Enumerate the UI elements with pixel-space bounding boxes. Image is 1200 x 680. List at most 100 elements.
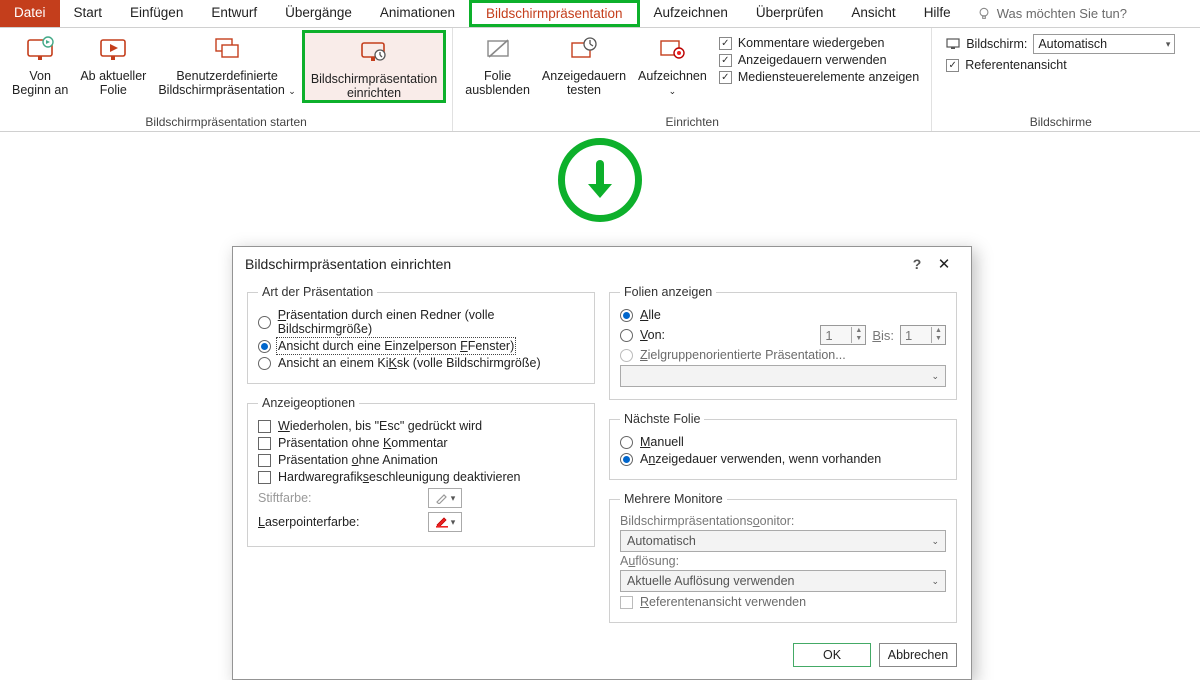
dialog-title: Bildschirmpräsentation einrichten: [245, 256, 905, 272]
chk-loop-esc[interactable]: Wiederholen, bis "Esc" gedrückt wird: [258, 419, 584, 433]
btn-rehearse-timings-label: Anzeigedauern testen: [542, 69, 626, 97]
tab-hilfe[interactable]: Hilfe: [910, 0, 965, 27]
tell-me-label: Was möchten Sie tun?: [997, 6, 1127, 21]
monitor-select-label: Bildschirmpräsentationsoonitor:: [620, 514, 946, 528]
btn-hide-slide-label: Folie ausblenden: [465, 69, 530, 97]
btn-from-current[interactable]: Ab aktueller Folie: [74, 30, 152, 97]
spin-from[interactable]: 1▲▼: [820, 325, 866, 345]
custom-show-select: ⌄: [620, 365, 946, 387]
ribbon-tabs: Datei Start Einfügen Entwurf Übergänge A…: [0, 0, 1200, 28]
slides-legend: Folien anzeigen: [620, 285, 716, 299]
btn-rehearse-timings[interactable]: Anzeigedauern testen: [536, 30, 632, 97]
dialog-buttons: OK Abbrechen: [233, 635, 971, 679]
tab-einfuegen[interactable]: Einfügen: [116, 0, 197, 27]
monitors-legend: Mehrere Monitore: [620, 492, 727, 506]
chk-no-narration[interactable]: Präsentation ohne Kommentar: [258, 436, 584, 450]
btn-custom-slideshow-label: Benutzerdefinierte Bildschirmpräsentatio…: [158, 69, 295, 98]
setup-checkboxes: Kommentare wiedergeben Anzeigedauern ver…: [713, 30, 925, 84]
dialog-left-col: Art der Präsentation Präsentation durch …: [247, 285, 595, 631]
btn-from-beginning-label: Von Beginn an: [12, 69, 68, 97]
pen-color-picker[interactable]: ▾: [428, 488, 462, 508]
radio-kiosk[interactable]: Ansicht an einem KiKsk (volle Bildschirm…: [258, 356, 584, 370]
chk-disable-hw-accel[interactable]: Hardwaregrafikseschleunigung deaktiviere…: [258, 470, 584, 484]
btn-from-current-label: Ab aktueller Folie: [80, 69, 146, 97]
tab-bildschirmpraesentation[interactable]: Bildschirmpräsentation: [469, 0, 640, 27]
tab-uebergaenge[interactable]: Übergänge: [271, 0, 366, 27]
fieldset-monitors: Mehrere Monitore Bildschirmpräsentations…: [609, 492, 957, 623]
chk-presenter-view[interactable]: Referentenansicht: [946, 58, 1175, 72]
resolution-select: Aktuelle Auflösung verwenden⌄: [620, 570, 946, 592]
chk-play-narrations[interactable]: Kommentare wiedergeben: [719, 36, 919, 50]
tab-datei[interactable]: Datei: [0, 0, 60, 27]
btn-record[interactable]: Aufzeichnen⌄: [632, 30, 713, 98]
group-einrichten: Folie ausblenden Anzeigedauern testen Au…: [453, 28, 932, 131]
chevron-down-icon: ▾: [1166, 39, 1171, 50]
fieldset-advance: Nächste Folie Manuell Anzeigedauer verwe…: [609, 412, 957, 480]
dialog-setup-slideshow: Bildschirmpräsentation einrichten ? ✕ Ar…: [232, 246, 972, 680]
group-monitors-label: Bildschirme: [1030, 113, 1092, 131]
radio-custom-show: Zielgruppenorientierte Präsentation...: [620, 348, 946, 362]
dialog-close-button[interactable]: ✕: [929, 255, 959, 273]
group-monitors: Bildschirm: Automatisch▾ Referentenansic…: [932, 28, 1189, 131]
tab-ansicht[interactable]: Ansicht: [837, 0, 909, 27]
ribbon-body: Von Beginn an Ab aktueller Folie Benutze…: [0, 28, 1200, 132]
custom-slideshow-icon: [211, 34, 243, 66]
tab-aufzeichnen[interactable]: Aufzeichnen: [640, 0, 742, 27]
tab-animationen[interactable]: Animationen: [366, 0, 469, 27]
fieldset-show-slides: Folien anzeigen Alle Von: 1▲▼ Bis: 1▲▼ Z…: [609, 285, 957, 400]
tab-entwurf[interactable]: Entwurf: [197, 0, 271, 27]
chk-no-animation[interactable]: Präsentation ohne Animation: [258, 453, 584, 467]
radio-presented-by-speaker[interactable]: Präsentation durch einen Redner (volle B…: [258, 308, 584, 336]
chk-presenter-view-dialog: Referentenansicht verwenden: [620, 595, 946, 609]
btn-custom-slideshow[interactable]: Benutzerdefinierte Bildschirmpräsentatio…: [152, 30, 301, 98]
laser-color-label: Laserpointerfarbe:: [258, 515, 408, 529]
btn-hide-slide[interactable]: Folie ausblenden: [459, 30, 536, 97]
radio-all-slides[interactable]: Alle: [620, 308, 946, 322]
laser-icon: [435, 516, 449, 528]
monitor-label: Bildschirm:: [966, 37, 1027, 51]
pen-color-label: Stiftfarbe:: [258, 491, 408, 505]
fieldset-show-options: Anzeigeoptionen Wiederholen, bis "Esc" g…: [247, 396, 595, 547]
tell-me[interactable]: Was möchten Sie tun?: [965, 0, 1139, 27]
dialog-help-button[interactable]: ?: [905, 256, 929, 272]
resolution-label: Auflösung:: [620, 554, 946, 568]
btn-setup-slideshow-label: Bildschirmpräsentation einrichten: [311, 72, 437, 100]
rehearse-timings-icon: [568, 34, 600, 66]
tab-start[interactable]: Start: [60, 0, 117, 27]
btn-record-label: Aufzeichnen⌄: [638, 69, 707, 98]
from-beginning-icon: [24, 34, 56, 66]
record-icon: [656, 34, 688, 66]
radio-browsed-individual[interactable]: Ansicht durch eine Einzelperson FFenster…: [258, 339, 584, 353]
annotation-arrow: [0, 132, 1200, 228]
monitor-select[interactable]: Automatisch▾: [1033, 34, 1175, 54]
group-start-slideshow-label: Bildschirmpräsentation starten: [145, 113, 306, 131]
setup-slideshow-icon: [358, 37, 390, 69]
ok-button[interactable]: OK: [793, 643, 871, 667]
monitor-select-dialog[interactable]: Automatisch⌄: [620, 530, 946, 552]
pen-icon: [435, 492, 449, 504]
from-current-icon: [97, 34, 129, 66]
cancel-button[interactable]: Abbrechen: [879, 643, 957, 667]
show-type-legend: Art der Präsentation: [258, 285, 377, 299]
radio-from-to[interactable]: Von:: [620, 328, 665, 342]
advance-legend: Nächste Folie: [620, 412, 704, 426]
spin-to[interactable]: 1▲▼: [900, 325, 946, 345]
tab-ueberpruefen[interactable]: Überprüfen: [742, 0, 838, 27]
radio-use-timings[interactable]: Anzeigedauer verwenden, wenn vorhanden: [620, 452, 946, 466]
btn-from-beginning[interactable]: Von Beginn an: [6, 30, 74, 97]
lightbulb-icon: [977, 7, 991, 21]
laser-color-picker[interactable]: ▾: [428, 512, 462, 532]
dialog-right-col: Folien anzeigen Alle Von: 1▲▼ Bis: 1▲▼ Z…: [609, 285, 957, 631]
fieldset-show-type: Art der Präsentation Präsentation durch …: [247, 285, 595, 384]
arrow-down-icon: [578, 158, 622, 202]
monitor-icon: [946, 38, 960, 50]
radio-manual[interactable]: Manuell: [620, 435, 946, 449]
options-legend: Anzeigeoptionen: [258, 396, 359, 410]
chk-media-controls[interactable]: Mediensteuerelemente anzeigen: [719, 70, 919, 84]
dialog-titlebar: Bildschirmpräsentation einrichten ? ✕: [233, 247, 971, 281]
group-einrichten-label: Einrichten: [666, 113, 719, 131]
hide-slide-icon: [482, 34, 514, 66]
group-start-slideshow: Von Beginn an Ab aktueller Folie Benutze…: [0, 28, 453, 131]
chk-use-timings[interactable]: Anzeigedauern verwenden: [719, 53, 919, 67]
btn-setup-slideshow[interactable]: Bildschirmpräsentation einrichten: [302, 30, 446, 103]
